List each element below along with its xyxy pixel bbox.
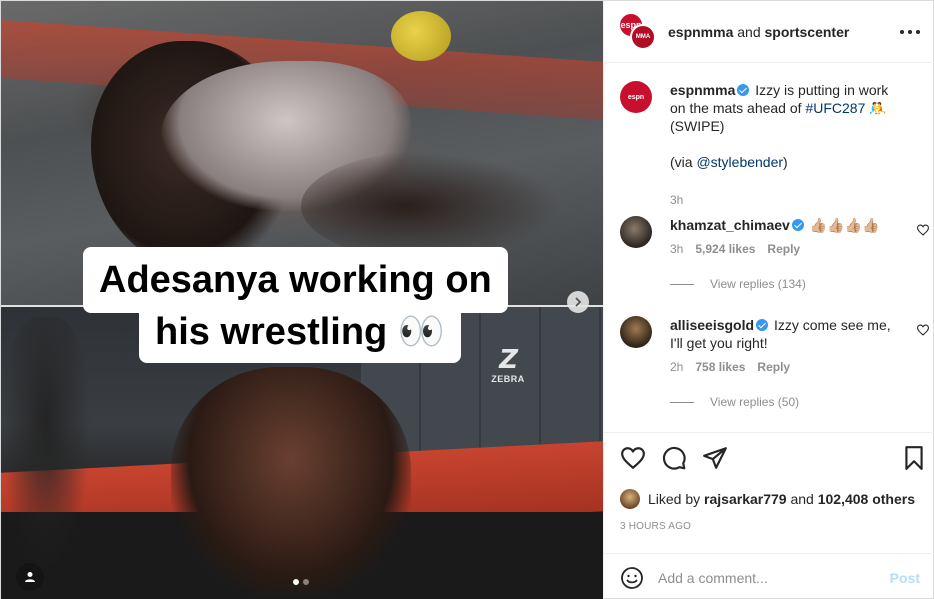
post-timestamp[interactable]: 3 HOURS AGO bbox=[620, 521, 691, 532]
replies-line bbox=[670, 401, 694, 403]
comment-likes[interactable]: 5,924 likes bbox=[695, 242, 755, 256]
caption-meta: 3h bbox=[670, 193, 683, 207]
comments-section[interactable]: espn espnmma Izzy is putting in work on … bbox=[604, 64, 934, 431]
caption-text: espnmma Izzy is putting in work on the m… bbox=[670, 81, 895, 171]
caption-emoji: 🤼 bbox=[869, 100, 887, 116]
view-replies-button[interactable]: View replies (134) bbox=[670, 277, 806, 291]
more-dot bbox=[916, 30, 920, 34]
liked-by-and: and bbox=[790, 491, 814, 507]
liked-by-prefix: Liked by bbox=[648, 491, 701, 507]
post-side-panel: espn MMA espnmma and sportscenter espn e… bbox=[603, 1, 934, 599]
emoji-icon[interactable] bbox=[620, 566, 644, 590]
likes-count-link[interactable]: 102,408 others bbox=[818, 491, 915, 507]
background-fighter bbox=[1, 317, 91, 577]
comment-meta: 2h 758 likes Reply bbox=[670, 360, 790, 374]
caption-swipe: (SWIPE) bbox=[670, 118, 725, 134]
avatar-espnmma-caption[interactable]: espn bbox=[620, 81, 652, 113]
replies-line bbox=[670, 283, 694, 285]
comment-likes[interactable]: 758 likes bbox=[695, 360, 745, 374]
caption-time[interactable]: 3h bbox=[670, 193, 683, 207]
caption-username[interactable]: espnmma bbox=[670, 82, 735, 98]
carousel-indicator bbox=[293, 579, 309, 585]
author-connector: and bbox=[737, 23, 761, 40]
overlay-caption-line2: his wrestling 👀 bbox=[139, 301, 462, 363]
comment-reply-button[interactable]: Reply bbox=[757, 360, 790, 374]
instagram-post-window: Z ZEBRA Adesanya working on his wrestlin… bbox=[0, 0, 934, 599]
author-sportscenter-link[interactable]: sportscenter bbox=[765, 24, 850, 40]
next-chevron-icon bbox=[575, 297, 582, 307]
author-espnmma-link[interactable]: espnmma bbox=[668, 24, 733, 40]
zebra-mark: Z bbox=[499, 345, 518, 375]
zebra-logo: Z ZEBRA bbox=[488, 346, 528, 394]
post-authors: espnmma and sportscenter bbox=[668, 24, 849, 40]
comment-like-icon[interactable] bbox=[916, 324, 930, 336]
user-tag-button[interactable] bbox=[16, 563, 44, 591]
user-tag-icon bbox=[25, 572, 35, 582]
liked-by-user-link[interactable]: rajsarkar779 bbox=[704, 491, 787, 507]
more-dot bbox=[908, 30, 912, 34]
avatar-label: espn bbox=[627, 93, 645, 101]
verified-icon bbox=[737, 84, 750, 96]
more-dot bbox=[900, 30, 904, 34]
liker-avatar[interactable] bbox=[620, 489, 640, 509]
share-icon[interactable] bbox=[702, 445, 728, 471]
comment-reply-button[interactable]: Reply bbox=[767, 242, 800, 256]
comment-meta: 3h 5,924 likes Reply bbox=[670, 242, 800, 256]
comment-username[interactable]: alliseeisgold bbox=[670, 317, 754, 333]
post-actions: Liked by rajsarkar779 and 102,408 others… bbox=[604, 432, 934, 599]
view-replies-button[interactable]: View replies (50) bbox=[670, 395, 799, 409]
avatar-alliseeisgold[interactable] bbox=[620, 316, 652, 348]
avatar-sportscenter: MMA bbox=[630, 23, 656, 50]
verified-icon bbox=[756, 319, 769, 331]
wrestler-legs bbox=[301, 151, 561, 261]
post-header: espn MMA espnmma and sportscenter bbox=[604, 1, 934, 63]
comment-text: alliseeisgold Izzy come see me, I'll get… bbox=[670, 316, 895, 352]
collab-avatars[interactable]: espn MMA bbox=[618, 11, 658, 52]
caption-via-prefix: (via bbox=[670, 154, 693, 170]
comment-input[interactable] bbox=[658, 569, 890, 586]
carousel-dot-active bbox=[293, 579, 299, 585]
comment-time[interactable]: 2h bbox=[670, 360, 683, 374]
view-replies-label: View replies (50) bbox=[710, 395, 800, 409]
heart-icon[interactable] bbox=[620, 445, 646, 471]
exercise-ball bbox=[391, 11, 451, 61]
action-bar bbox=[620, 445, 923, 473]
carousel-dot bbox=[303, 579, 309, 585]
comment-time[interactable]: 3h bbox=[670, 242, 683, 256]
verified-icon bbox=[791, 219, 804, 231]
comment-like-icon[interactable] bbox=[916, 224, 930, 236]
caption-via-suffix: ) bbox=[783, 154, 788, 170]
comment-composer: Post bbox=[604, 553, 934, 599]
comment-icon[interactable] bbox=[661, 445, 687, 471]
comment-username[interactable]: khamzat_chimaev bbox=[670, 217, 790, 233]
avatar-khamzat[interactable] bbox=[620, 216, 652, 248]
mention-link[interactable]: @stylebender bbox=[696, 154, 783, 170]
hashtag-link[interactable]: #UFC287 bbox=[805, 100, 865, 116]
carousel-next-button[interactable] bbox=[567, 291, 589, 313]
post-comment-button[interactable]: Post bbox=[890, 570, 920, 586]
view-replies-label: View replies (134) bbox=[710, 277, 806, 291]
zebra-logo-text: ZEBRA bbox=[491, 374, 525, 384]
fighter-shooting bbox=[171, 367, 411, 597]
comment-body: 👍🏼👍🏼👍🏼👍🏼 bbox=[809, 217, 880, 233]
more-icon[interactable] bbox=[900, 23, 920, 41]
comment-text: khamzat_chimaev 👍🏼👍🏼👍🏼👍🏼 bbox=[670, 216, 895, 234]
bookmark-icon[interactable] bbox=[901, 445, 927, 471]
likes-summary: Liked by rajsarkar779 and 102,408 others bbox=[620, 489, 915, 509]
post-media[interactable]: Z ZEBRA Adesanya working on his wrestlin… bbox=[1, 1, 603, 599]
